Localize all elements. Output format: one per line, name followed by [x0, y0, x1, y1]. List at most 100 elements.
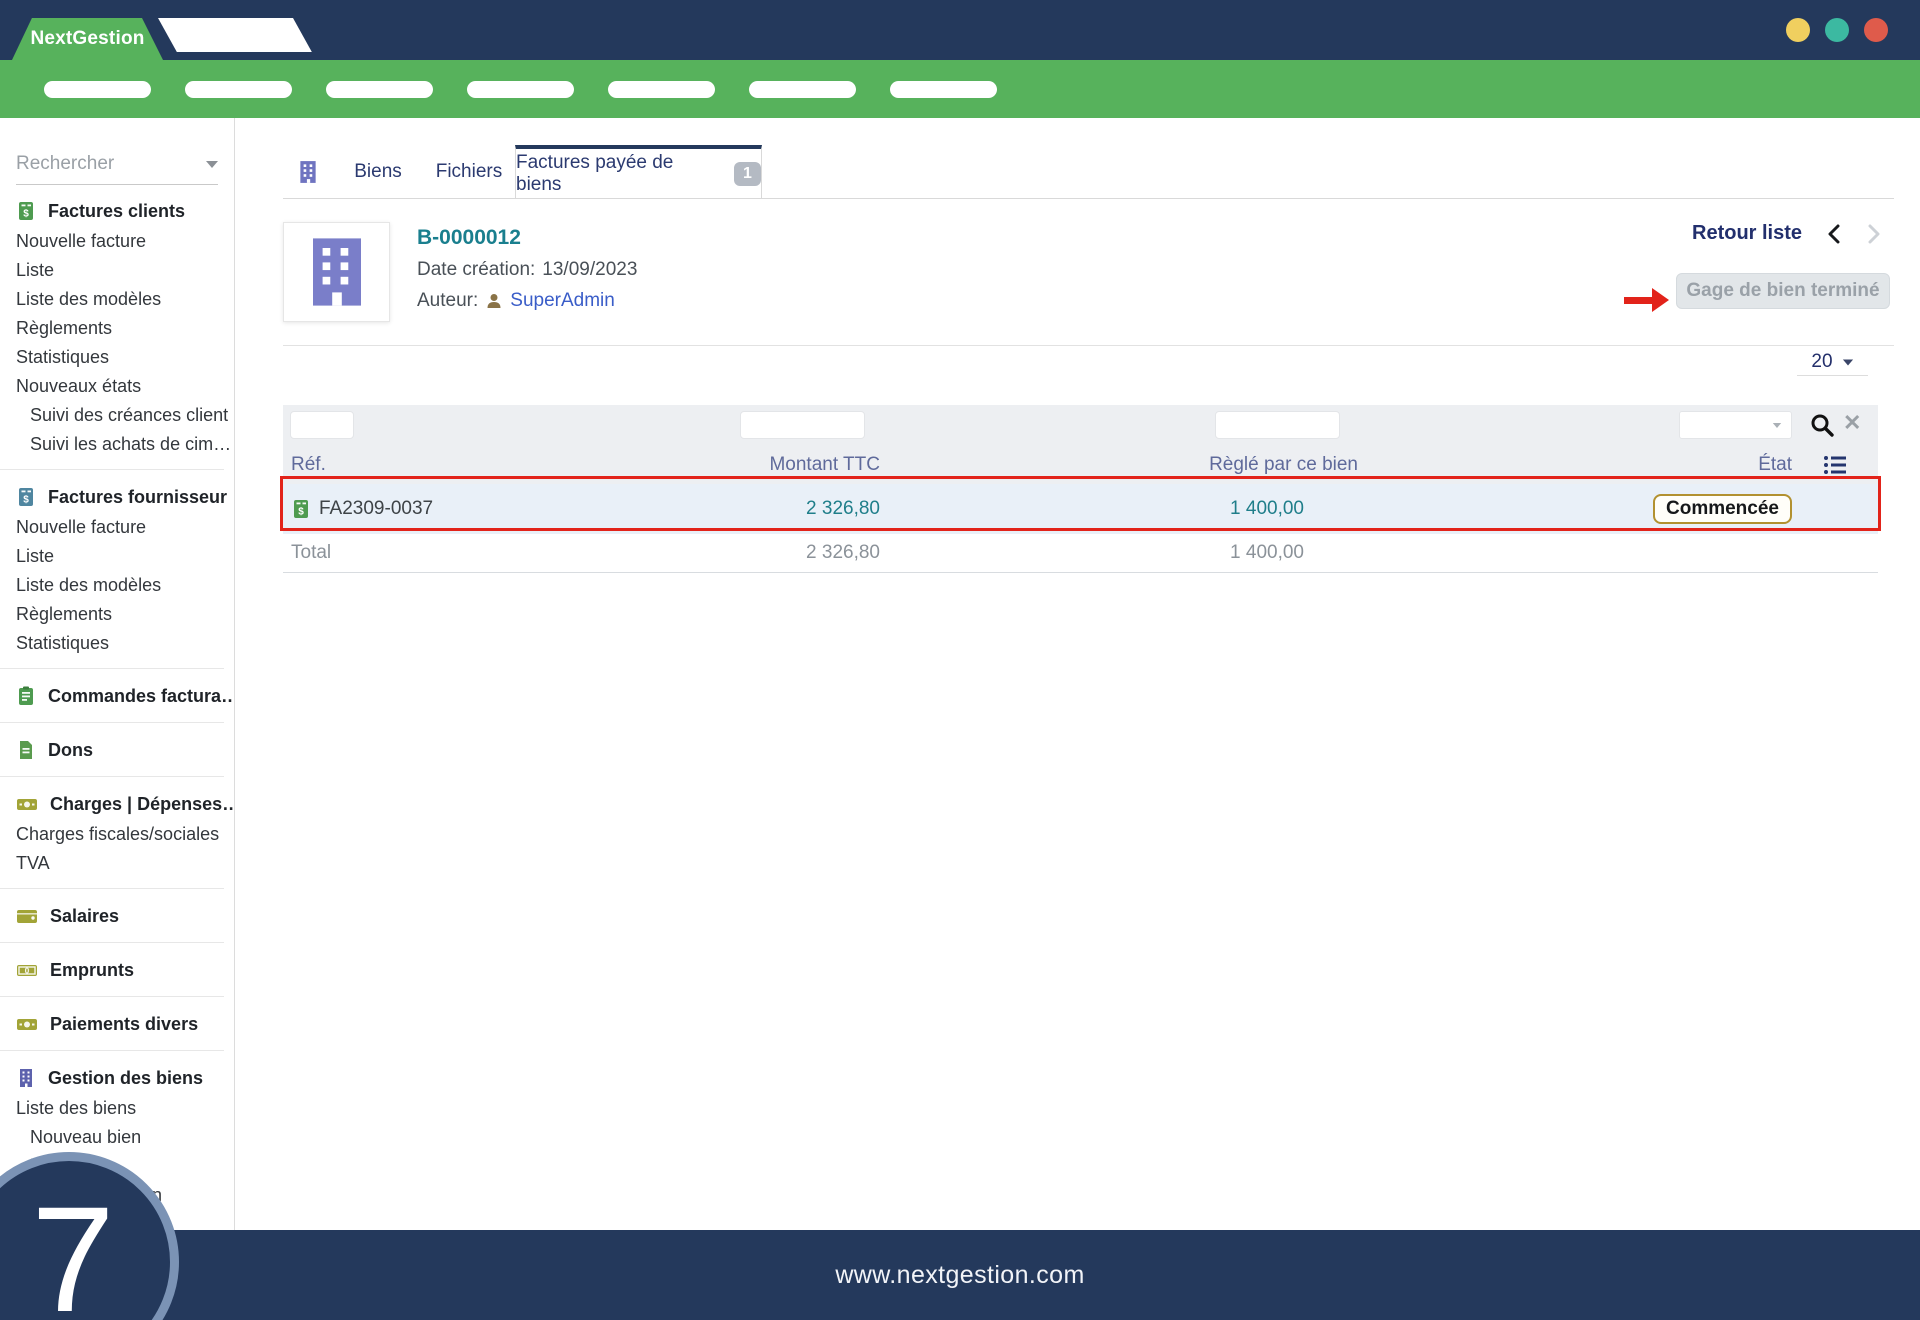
- cell-paid: 1 400,00: [1230, 498, 1304, 519]
- sidebar-item[interactable]: TVA: [0, 849, 234, 878]
- tab-fichiers[interactable]: Fichiers: [423, 145, 515, 198]
- sidebar-item[interactable]: Liste: [0, 542, 234, 571]
- sidebar-item[interactable]: Charges fiscales/sociales: [0, 820, 234, 849]
- sidebar-section-dons[interactable]: Dons: [0, 734, 234, 766]
- sidebar-item[interactable]: Nouvelle facture: [0, 227, 234, 256]
- record-author-value[interactable]: SuperAdmin: [510, 290, 615, 312]
- sidebar-item[interactable]: Nouvelle facture: [0, 513, 234, 542]
- header-ref[interactable]: Réf.: [283, 454, 560, 476]
- invoice-ref[interactable]: FA2309-0037: [319, 498, 433, 520]
- search-icon[interactable]: [1809, 412, 1835, 438]
- filter-select-state[interactable]: [1679, 411, 1792, 439]
- sidebar-item[interactable]: Liste: [0, 256, 234, 285]
- annotation-arrow: [1624, 288, 1670, 312]
- nav-pill-7[interactable]: [890, 80, 997, 98]
- record-id[interactable]: B-0000012: [417, 226, 637, 250]
- gage-termine-button[interactable]: Gage de bien terminé: [1676, 273, 1890, 309]
- main-navbar: [0, 60, 1920, 118]
- nav-pill-1[interactable]: [44, 80, 151, 98]
- wallet-icon: [17, 910, 37, 923]
- header-state[interactable]: État: [1362, 454, 1792, 476]
- filter-input-paid[interactable]: [1215, 411, 1340, 439]
- status-badge: Commencée: [1653, 494, 1792, 524]
- sidebar-subitem[interactable]: Suivi des créances client: [0, 401, 234, 430]
- sidebar-divider: [0, 888, 224, 889]
- sidebar-subitem[interactable]: Nouveau bien: [0, 1123, 234, 1152]
- table-total-row: Total 2 326,80 1 400,00: [283, 534, 1878, 573]
- tab-factures-payee[interactable]: Factures payée de biens 1: [515, 145, 762, 198]
- invoice-row[interactable]: $ FA2309-0037 2 326,80 1 400,00 Commencé…: [283, 484, 1878, 534]
- total-label: Total: [291, 542, 332, 563]
- sidebar-section-factures-clients[interactable]: $ Factures clients: [0, 195, 234, 227]
- sidebar-section-factures-fournisseur[interactable]: $ Factures fournisseur: [0, 481, 234, 513]
- sidebar-item[interactable]: Règlements: [0, 600, 234, 629]
- invoices-table: ✕ Réf. Montant TTC Règlé par ce bien Éta…: [283, 405, 1878, 573]
- record-date-value: 13/09/2023: [542, 259, 638, 280]
- window-dot-yellow[interactable]: [1786, 18, 1810, 42]
- page-size-select[interactable]: 20: [1797, 349, 1868, 376]
- nav-pill-4[interactable]: [467, 80, 574, 98]
- sidebar-section-gestion-biens[interactable]: Gestion des biens: [0, 1062, 234, 1094]
- sidebar-item[interactable]: Statistiques: [0, 343, 234, 372]
- invoice-icon: $: [19, 488, 33, 506]
- nav-pill-2[interactable]: [185, 80, 292, 98]
- sidebar-section-label: Gestion des biens: [48, 1067, 204, 1088]
- sidebar-section-charges[interactable]: Charges | Dépenses…: [0, 788, 234, 820]
- sidebar-divider: [0, 942, 224, 943]
- record-date-label: Date création:: [417, 259, 536, 280]
- sidebar-item[interactable]: Liste des modèles: [0, 285, 234, 314]
- cash-icon: [17, 799, 37, 810]
- header-paid[interactable]: Règlé par ce bien: [890, 454, 1362, 476]
- tab-biens[interactable]: Biens: [333, 145, 423, 198]
- footer: www.nextgestion.com: [0, 1230, 1920, 1320]
- chevron-down-icon: [1772, 422, 1782, 428]
- clear-filter-icon[interactable]: ✕: [1843, 410, 1861, 436]
- sidebar-item[interactable]: Statistiques: [0, 629, 234, 658]
- cell-ref: $ FA2309-0037: [283, 498, 560, 520]
- person-icon: [487, 294, 501, 308]
- column-settings-icon-cell[interactable]: [1792, 454, 1878, 476]
- search-placeholder: Rechercher: [16, 153, 115, 174]
- sidebar-section-label: Factures fournisseur: [48, 486, 228, 507]
- footer-url: www.nextgestion.com: [835, 1260, 1085, 1289]
- nav-pill-3[interactable]: [326, 80, 433, 98]
- back-navigation: Retour liste: [1692, 222, 1882, 245]
- tab-label: Factures payée de biens: [516, 151, 674, 195]
- header-amount[interactable]: Montant TTC: [560, 454, 890, 476]
- sidebar-search-select[interactable]: Rechercher: [16, 144, 218, 185]
- sidebar-section-label: Commandes factura…: [48, 685, 235, 706]
- brand-logo: NextGestion: [12, 18, 163, 60]
- sidebar: Rechercher $ Factures clients Nouvelle f…: [0, 118, 235, 1230]
- window-dot-red[interactable]: [1864, 18, 1888, 42]
- sidebar-divider: [0, 1050, 224, 1051]
- chevron-right-icon[interactable]: [1866, 224, 1882, 244]
- chevron-left-icon[interactable]: [1826, 224, 1842, 244]
- sidebar-item[interactable]: Liste des biens: [0, 1094, 234, 1123]
- list-icon[interactable]: [1823, 454, 1847, 476]
- building-icon: [300, 160, 316, 183]
- annotation-arrow-head: [1652, 288, 1669, 312]
- chevron-down-icon: [206, 160, 218, 168]
- nav-pill-5[interactable]: [608, 80, 715, 98]
- sidebar-section-paiements[interactable]: Paiements divers: [0, 1008, 234, 1040]
- sidebar-subitem[interactable]: Suivi les achats de cim…: [0, 430, 234, 459]
- chevron-down-icon: [1842, 359, 1853, 365]
- section-divider: [283, 345, 1894, 346]
- window-dot-teal[interactable]: [1825, 18, 1849, 42]
- sidebar-section-label: Factures clients: [48, 200, 186, 221]
- back-to-list-link[interactable]: Retour liste: [1692, 222, 1802, 245]
- sidebar-section-salaires[interactable]: Salaires: [0, 900, 234, 932]
- building-icon: [20, 1069, 32, 1087]
- sidebar-section-commandes[interactable]: Commandes factura…: [0, 680, 234, 712]
- sidebar-item[interactable]: Liste des modèles: [0, 571, 234, 600]
- nav-pill-6[interactable]: [749, 80, 856, 98]
- filter-input-amount[interactable]: [740, 411, 865, 439]
- sidebar-item[interactable]: Nouveaux états: [0, 372, 234, 401]
- filter-input-ref[interactable]: [290, 411, 354, 439]
- building-icon: [312, 238, 361, 306]
- sidebar-section-emprunts[interactable]: 0 Emprunts: [0, 954, 234, 986]
- record-author-label: Auteur:: [417, 290, 479, 311]
- window-controls: [1786, 18, 1888, 42]
- sidebar-item[interactable]: Règlements: [0, 314, 234, 343]
- tab-record-icon[interactable]: [283, 145, 333, 198]
